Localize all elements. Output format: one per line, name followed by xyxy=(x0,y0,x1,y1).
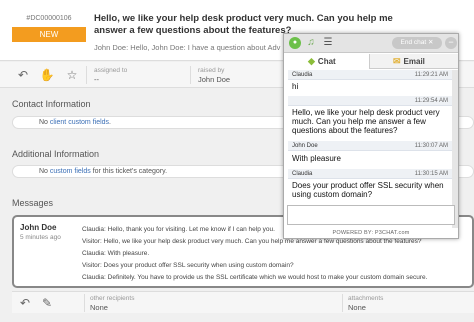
chat-message-header: 11:29:54 AM xyxy=(288,96,452,106)
powered-by-text: POWERED BY: P3CHAT.com xyxy=(332,230,410,236)
chat-tabs: ◆ Chat ✉ Email xyxy=(284,54,458,69)
chat-message-header: Claudia 11:30:15 AM xyxy=(288,169,452,179)
divider xyxy=(84,294,85,312)
message-line: Visitor: Does your product offer SSL sec… xyxy=(82,262,294,269)
message-action-bar: ↶ ✎ other recipients None attachments No… xyxy=(12,291,474,313)
assigned-value[interactable]: -- xyxy=(94,75,99,84)
additional-info-text: No xyxy=(39,168,50,175)
chat-time: 11:29:54 AM xyxy=(414,98,448,104)
chat-sender: John Doe xyxy=(292,143,318,149)
contact-info-text-end: . xyxy=(109,119,111,126)
attachments-value: None xyxy=(348,303,366,312)
end-chat-button[interactable]: End chat ✕ xyxy=(392,37,442,49)
chat-message-text: Hello, we like your help desk product ve… xyxy=(292,108,440,135)
divider xyxy=(86,66,87,84)
raised-label: raised by xyxy=(198,67,225,74)
chat-message-input[interactable] xyxy=(287,205,455,225)
client-custom-fields-link[interactable]: client custom fields xyxy=(50,119,109,126)
recipients-label: other recipients xyxy=(90,295,135,302)
chat-widget: ● ♫ ☰ End chat ✕ − ◆ Chat ✉ Email Claudia … xyxy=(283,33,459,239)
divider xyxy=(190,66,191,84)
chat-titlebar: ● ♫ ☰ End chat ✕ − xyxy=(284,34,458,53)
chat-bubble-icon: ◆ xyxy=(308,56,315,66)
menu-icon[interactable]: ☰ xyxy=(322,37,334,49)
hand-icon[interactable]: ✋ xyxy=(38,68,56,82)
divider xyxy=(342,294,343,312)
minimize-button[interactable]: − xyxy=(445,37,457,49)
message-line: Claudia: Definitely. You have to provide… xyxy=(82,274,428,281)
tab-chat[interactable]: ◆ Chat xyxy=(284,54,370,69)
assigned-label: assigned to xyxy=(94,67,128,74)
pencil-icon[interactable]: ✎ xyxy=(38,296,56,310)
chat-sender: Claudia xyxy=(292,72,313,78)
chat-message-text: With pleasure xyxy=(292,154,341,163)
star-icon[interactable]: ☆ xyxy=(63,68,81,82)
ticket-id: #DC00000106 xyxy=(26,15,72,22)
messages-title: Messages xyxy=(12,198,54,208)
ticket-id-box: #DC00000106 NEW xyxy=(12,12,86,42)
reply-icon[interactable]: ↶ xyxy=(16,296,34,310)
chat-message-text: Does your product offer SSL security whe… xyxy=(292,181,444,199)
message-line: Claudia: With pleasure. xyxy=(82,250,150,257)
chat-message-header: John Doe 11:30:07 AM xyxy=(288,141,452,151)
message-time: 5 minutes ago xyxy=(20,234,61,241)
chat-time: 11:30:15 AM xyxy=(414,171,448,177)
chat-time: 11:29:21 AM xyxy=(414,72,448,78)
reply-icon[interactable]: ↶ xyxy=(14,68,32,82)
chat-message-header: Claudia 11:29:21 AM xyxy=(288,70,452,80)
online-status-icon[interactable]: ● xyxy=(289,37,301,49)
chat-sender: Claudia xyxy=(292,171,313,177)
chat-message-text: hi xyxy=(292,82,299,91)
chat-time: 11:30:07 AM xyxy=(414,143,448,149)
tab-email[interactable]: ✉ Email xyxy=(371,54,458,69)
music-note-icon[interactable]: ♫ xyxy=(305,37,317,49)
additional-info-text-end: for this ticket's category. xyxy=(90,168,168,175)
message-author: John Doe xyxy=(20,223,57,232)
raised-value[interactable]: John Doe xyxy=(198,75,230,84)
contact-info-text: No xyxy=(39,119,50,126)
custom-fields-link[interactable]: custom fields xyxy=(50,168,91,175)
status-badge[interactable]: NEW xyxy=(12,27,86,42)
recipients-value: None xyxy=(90,303,108,312)
envelope-icon: ✉ xyxy=(393,56,401,66)
additional-info-title: Additional Information xyxy=(12,149,100,159)
contact-info-title: Contact Information xyxy=(12,99,91,109)
attachments-label: attachments xyxy=(348,295,384,302)
